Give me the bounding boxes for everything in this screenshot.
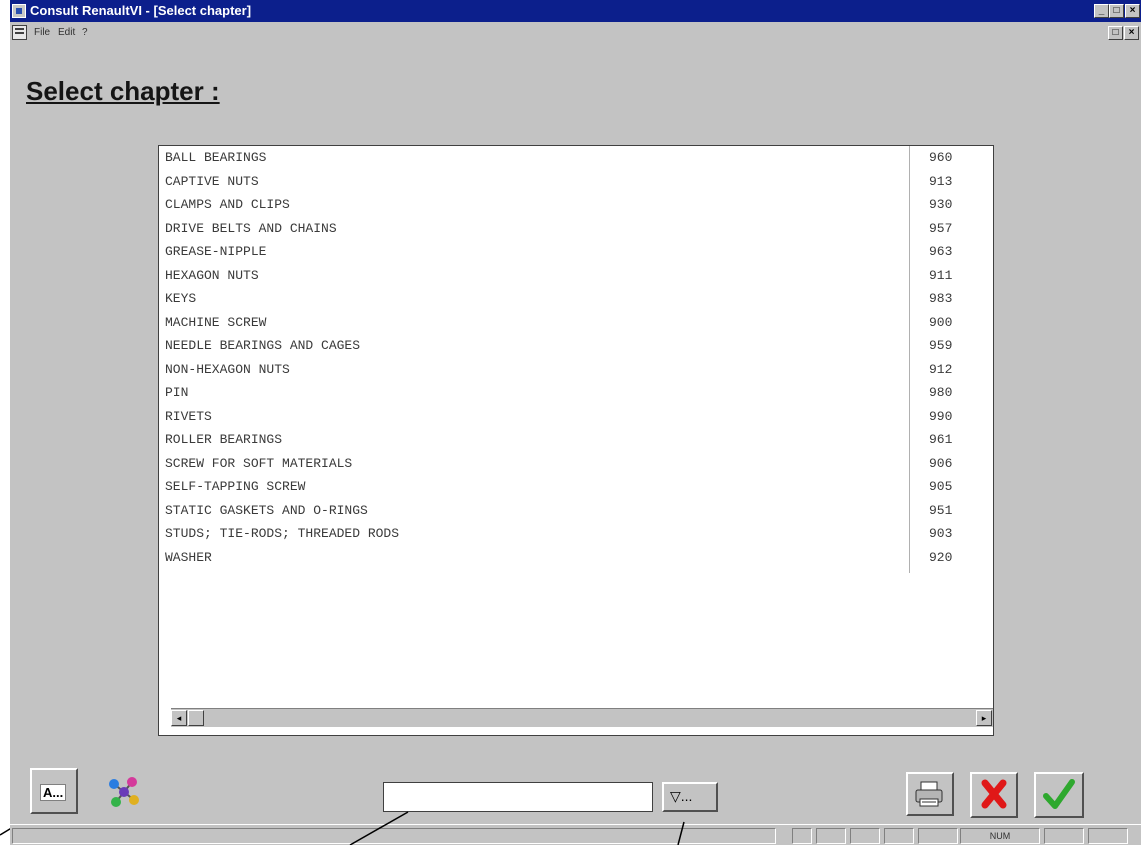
chapter-code: 906 xyxy=(929,455,953,471)
chapter-name: DRIVE BELTS AND CHAINS xyxy=(165,220,337,236)
chapter-code: 951 xyxy=(929,502,953,518)
alphabetical-sort-button[interactable]: A... xyxy=(30,768,78,814)
chapter-name: HEXAGON NUTS xyxy=(165,267,259,283)
chapter-code: 930 xyxy=(929,197,953,212)
checkmark-icon xyxy=(1043,779,1075,809)
chapter-name: KEYS xyxy=(165,291,197,306)
chapter-row[interactable]: NON-HEXAGON NUTS 912 xyxy=(165,360,985,380)
chapter-code: 963 xyxy=(929,244,953,259)
molecule-icon xyxy=(109,777,139,807)
menu-help[interactable]: ? xyxy=(82,27,88,38)
chapter-row[interactable]: ROLLER BEARINGS 961 xyxy=(165,430,985,450)
scroll-thumb[interactable] xyxy=(188,710,204,726)
chapter-row[interactable]: WASHER 920 xyxy=(165,548,985,568)
scroll-left-button[interactable]: ◂ xyxy=(171,710,187,726)
chapter-row[interactable]: SELF-TAPPING SCREW 905 xyxy=(165,477,985,497)
chapter-code: 990 xyxy=(929,408,953,424)
chapter-code: 911 xyxy=(929,267,953,283)
minimize-button[interactable]: _ xyxy=(1094,4,1109,18)
num-lock-indicator: NUM xyxy=(960,828,1040,844)
status-panel xyxy=(884,828,914,844)
chapter-code: 957 xyxy=(929,220,953,236)
chapter-code: 912 xyxy=(929,361,953,377)
molecule-button[interactable] xyxy=(100,770,144,814)
ok-button[interactable] xyxy=(1034,772,1084,818)
chapter-row[interactable]: RIVETS 990 xyxy=(165,407,985,427)
chapter-row[interactable]: NEEDLE BEARINGS AND CAGES 959 xyxy=(165,336,985,356)
chapter-row[interactable]: BALL BEARINGS 960 xyxy=(165,148,985,168)
window-title: Consult RenaultVI - [Select chapter] xyxy=(30,3,252,18)
filter-button[interactable]: ▽... xyxy=(662,782,718,812)
chapter-row[interactable]: GREASE-NIPPLE 963 xyxy=(165,242,985,262)
chapter-name: STUDS; TIE-RODS; THREADED RODS xyxy=(165,526,400,541)
chapter-row[interactable]: CLAMPS AND CLIPS 930 xyxy=(165,195,985,215)
chapter-name: WASHER xyxy=(165,549,212,565)
chapter-name: RIVETS xyxy=(165,408,212,424)
chapter-row[interactable]: KEYS 983 xyxy=(165,289,985,309)
chapter-name: SELF-TAPPING SCREW xyxy=(165,479,306,494)
page-title: Select chapter : xyxy=(26,76,220,106)
chapter-name: NEEDLE BEARINGS AND CAGES xyxy=(165,338,361,353)
status-panel xyxy=(1088,828,1128,844)
chapter-row[interactable]: SCREW FOR SOFT MATERIALS 906 xyxy=(165,454,985,474)
chapter-name: CLAMPS AND CLIPS xyxy=(165,197,290,212)
mdi-restore-button[interactable]: □ xyxy=(1108,26,1123,40)
chapter-code: 960 xyxy=(929,150,953,165)
print-button[interactable] xyxy=(906,772,954,816)
chapter-code: 920 xyxy=(929,549,953,565)
chapter-code: 980 xyxy=(929,385,953,400)
chapter-name: ROLLER BEARINGS xyxy=(165,432,283,447)
chapter-code: 905 xyxy=(929,479,953,494)
filter-icon: ▽... xyxy=(670,788,693,804)
chapter-code: 900 xyxy=(929,314,953,330)
horizontal-scrollbar[interactable]: ◂ ▸ xyxy=(171,708,993,727)
chapter-name: SCREW FOR SOFT MATERIALS xyxy=(165,455,353,471)
chapter-code: 961 xyxy=(929,432,953,447)
close-button[interactable]: × xyxy=(1125,4,1140,18)
chapter-list[interactable]: BALL BEARINGS 960 CAPTIVE NUTS 913 CLAMPS AN… xyxy=(158,145,994,736)
status-panel xyxy=(850,828,880,844)
status-panel-main xyxy=(12,828,776,844)
chapter-name: GREASE-NIPPLE xyxy=(165,244,267,259)
chapter-row[interactable]: CAPTIVE NUTS 913 xyxy=(165,172,985,192)
chapter-code: 959 xyxy=(929,338,953,353)
title-bar: Consult RenaultVI - [Select chapter] _ □… xyxy=(10,0,1141,22)
chapter-code: 983 xyxy=(929,291,953,306)
mdi-close-button[interactable]: × xyxy=(1124,26,1139,40)
chapter-row[interactable]: PIN 980 xyxy=(165,383,985,403)
chapter-code: 913 xyxy=(929,173,953,189)
status-panel xyxy=(816,828,846,844)
chapter-name: STATIC GASKETS AND O-RINGS xyxy=(165,502,368,518)
printer-icon xyxy=(915,781,943,807)
maximize-button[interactable]: □ xyxy=(1109,4,1124,18)
status-bar: NUM xyxy=(10,824,1141,845)
chapter-code: 903 xyxy=(929,526,953,541)
chapter-row[interactable]: MACHINE SCREW 900 xyxy=(165,313,985,333)
chapter-name: NON-HEXAGON NUTS xyxy=(165,361,290,377)
chapter-row[interactable]: HEXAGON NUTS 911 xyxy=(165,266,985,286)
scroll-right-button[interactable]: ▸ xyxy=(976,710,992,726)
alpha-sort-label: A... xyxy=(40,784,67,801)
chapter-row[interactable]: DRIVE BELTS AND CHAINS 957 xyxy=(165,219,985,239)
app-window: Consult RenaultVI - [Select chapter] _ □… xyxy=(10,0,1141,845)
menu-file[interactable]: File xyxy=(34,27,50,38)
menu-bar: File Edit ? □ × xyxy=(10,22,1141,44)
menu-edit[interactable]: Edit xyxy=(58,27,75,38)
status-panel xyxy=(792,828,812,844)
status-panel xyxy=(1044,828,1084,844)
chapter-row[interactable]: STUDS; TIE-RODS; THREADED RODS 903 xyxy=(165,524,985,544)
document-icon[interactable] xyxy=(12,25,27,40)
filter-input[interactable] xyxy=(383,782,653,812)
chapter-name: BALL BEARINGS xyxy=(165,150,267,165)
chapter-name: MACHINE SCREW xyxy=(165,314,267,330)
chapter-name: PIN xyxy=(165,385,189,400)
app-icon xyxy=(12,4,26,18)
chapter-name: CAPTIVE NUTS xyxy=(165,173,259,189)
cancel-x-icon xyxy=(981,779,1007,809)
status-panel xyxy=(918,828,958,844)
chapter-row[interactable]: STATIC GASKETS AND O-RINGS 951 xyxy=(165,501,985,521)
cancel-button[interactable] xyxy=(970,772,1018,818)
